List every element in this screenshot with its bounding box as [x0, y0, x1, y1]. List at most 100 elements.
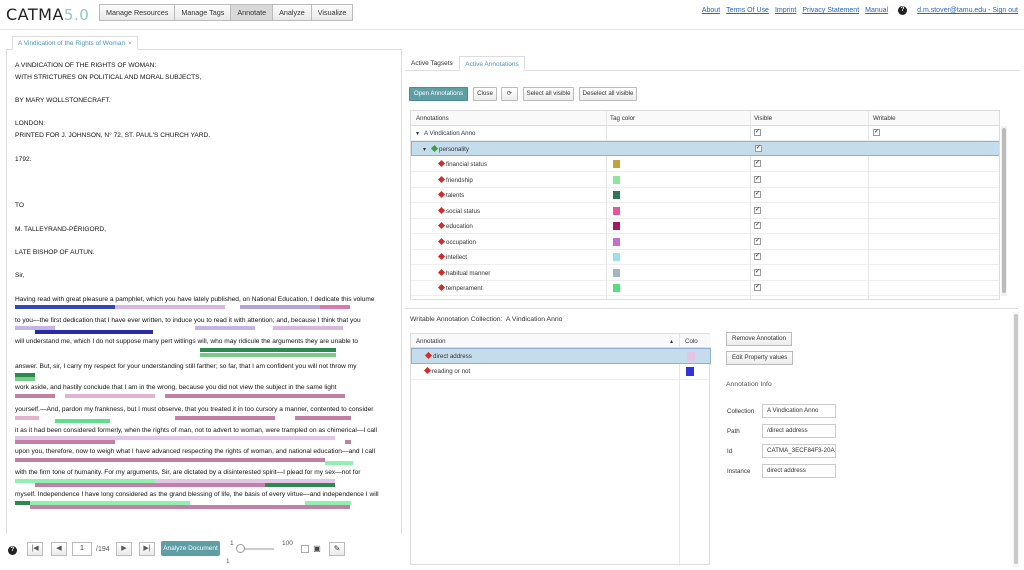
- annotation-bar[interactable]: [273, 326, 343, 330]
- annotation-bar[interactable]: [15, 305, 115, 309]
- visible-checkbox[interactable]: ✓: [754, 222, 761, 229]
- annotation-bar[interactable]: [30, 505, 350, 509]
- text-line[interactable]: answer. But, sir, I carry my respect for…: [15, 363, 357, 370]
- field-value-id[interactable]: CATMA_3ECF84F3-20A: [762, 444, 836, 458]
- field-value-collection[interactable]: A Vindication Anno: [762, 404, 836, 418]
- annotation-bar[interactable]: [15, 436, 335, 440]
- prev-page-button[interactable]: ◀: [51, 542, 67, 556]
- col-color[interactable]: Colo: [685, 338, 698, 345]
- annotation-bar[interactable]: [305, 501, 351, 505]
- last-page-button[interactable]: ▶|: [139, 542, 155, 556]
- visible-checkbox[interactable]: ✓: [754, 268, 761, 276]
- tab-active-annotations[interactable]: Active Annotations: [459, 56, 525, 71]
- collapse-icon[interactable]: ▾: [416, 130, 419, 137]
- catma-logo[interactable]: CATMA5.0: [6, 5, 89, 24]
- text-line[interactable]: will understand me, which I do not suppo…: [15, 338, 358, 345]
- highlight-icon[interactable]: ▣: [312, 544, 322, 554]
- collection-row[interactable]: ▾ A Vindication Anno ✓ ✓: [411, 126, 999, 142]
- scrollbar-thumb[interactable]: [1014, 314, 1018, 564]
- user-signout-link[interactable]: d.m.stover@tamu.edu - Sign out: [917, 7, 1018, 14]
- writable-checkbox[interactable]: ✓: [873, 129, 880, 136]
- deselect-all-visible-button[interactable]: Deselect all visible: [579, 87, 637, 101]
- right-pane-scrollbar[interactable]: [1013, 312, 1019, 567]
- nav-annotate[interactable]: Annotate: [230, 4, 274, 21]
- remove-annotation-button[interactable]: Remove Annotation: [726, 332, 793, 346]
- annotation-bar[interactable]: [15, 440, 115, 444]
- text-line[interactable]: upon you, therefore, now to weigh what I…: [15, 448, 375, 455]
- tag-row[interactable]: friendship ✓: [411, 173, 999, 188]
- help-icon[interactable]: ?: [8, 546, 17, 555]
- first-page-button[interactable]: |◀: [27, 542, 43, 556]
- tree-table-scrollbar[interactable]: [1001, 126, 1007, 296]
- annotation-bar[interactable]: [115, 305, 225, 309]
- select-all-visible-button[interactable]: Select all visible: [523, 87, 574, 101]
- col-visible[interactable]: Visible: [754, 115, 772, 122]
- text-line[interactable]: TO: [15, 202, 24, 209]
- tag-row[interactable]: habitual manner ✓: [411, 266, 999, 281]
- annotation-bar[interactable]: [195, 326, 255, 330]
- tag-group-row[interactable]: ▾ personality ✓: [411, 141, 999, 157]
- text-line[interactable]: yourself.—And, pardon my frankness, but …: [15, 406, 373, 413]
- tab-active-tagsets[interactable]: Active Tagsets: [411, 56, 453, 71]
- text-line[interactable]: Having read with great pleasure a pamphl…: [15, 296, 375, 303]
- annotation-bar[interactable]: [175, 416, 275, 420]
- text-line[interactable]: 1792.: [15, 156, 32, 163]
- annotation-bar[interactable]: [200, 353, 336, 357]
- text-line[interactable]: Sir,: [15, 272, 25, 279]
- imprint-link[interactable]: Imprint: [775, 7, 796, 14]
- annotation-bar[interactable]: [15, 394, 55, 398]
- collapse-icon[interactable]: ▾: [423, 146, 426, 153]
- tag-row[interactable]: temperament ✓: [411, 281, 999, 297]
- tab-document[interactable]: A Vindication of the Rights of Woman ×: [12, 36, 138, 50]
- annotation-bar[interactable]: [15, 501, 30, 505]
- annotation-bar[interactable]: [15, 416, 39, 420]
- nav-manage-resources[interactable]: Manage Resources: [99, 4, 176, 21]
- terms-link[interactable]: Terms Of Use: [726, 7, 769, 14]
- annotation-bar[interactable]: [55, 419, 110, 423]
- col-writable[interactable]: Writable: [873, 115, 896, 122]
- visible-checkbox[interactable]: ✓: [754, 129, 761, 136]
- visible-checkbox[interactable]: ✓: [754, 206, 761, 214]
- visible-checkbox[interactable]: ✓: [755, 145, 762, 152]
- open-annotations-button[interactable]: Open Annotations: [409, 87, 468, 101]
- visible-checkbox[interactable]: ✓: [754, 191, 761, 198]
- text-line[interactable]: PRINTED FOR J. JOHNSON, N° 72, ST. PAUL'…: [15, 132, 210, 139]
- refresh-icon[interactable]: ⟳: [501, 87, 518, 101]
- text-line[interactable]: work aside, and hastily conclude that I …: [15, 384, 336, 391]
- annotation-row[interactable]: reading or not: [411, 364, 711, 380]
- manual-link[interactable]: Manual: [865, 7, 888, 14]
- tag-row[interactable]: intellect ✓: [411, 250, 999, 266]
- annotation-bar[interactable]: [35, 330, 153, 334]
- next-page-button[interactable]: ▶: [116, 542, 132, 556]
- annotation-bar[interactable]: [15, 373, 35, 377]
- sort-icon[interactable]: ▴: [670, 338, 673, 345]
- tag-row[interactable]: talents ✓: [411, 188, 999, 204]
- annotation-bar[interactable]: [240, 305, 320, 309]
- help-icon[interactable]: ?: [898, 6, 908, 15]
- privacy-link[interactable]: Privacy Statement: [802, 7, 859, 14]
- text-line[interactable]: with the firm tone of humanity. For my a…: [15, 469, 360, 476]
- text-line[interactable]: WITH STRICTURES ON POLITICAL AND MORAL S…: [15, 74, 201, 81]
- close-button[interactable]: Close: [473, 87, 497, 101]
- annotation-bar[interactable]: [155, 479, 335, 483]
- scrollbar-thumb[interactable]: [1002, 128, 1006, 293]
- annotation-row[interactable]: direct address: [411, 348, 711, 364]
- edit-property-values-button[interactable]: Edit Property values: [726, 351, 794, 365]
- text-line[interactable]: LONDON:: [15, 120, 45, 127]
- tag-row[interactable]: financial status ✓: [411, 157, 999, 173]
- annotation-bar[interactable]: [165, 394, 345, 398]
- visible-checkbox[interactable]: ✓: [754, 175, 761, 183]
- nav-visualize[interactable]: Visualize: [310, 4, 354, 21]
- visible-checkbox[interactable]: ✓: [754, 160, 761, 167]
- annotation-bar[interactable]: [15, 377, 35, 381]
- annotation-bar[interactable]: [265, 483, 335, 487]
- text-line[interactable]: BY MARY WOLLSTONECRAFT.: [15, 97, 111, 104]
- text-line[interactable]: A VINDICATION OF THE RIGHTS OF WOMAN:: [15, 62, 156, 69]
- tag-row[interactable]: education ✓: [411, 219, 999, 235]
- col-tag-color[interactable]: Tag color: [610, 115, 635, 122]
- text-line[interactable]: to you—the first dedication that I have …: [15, 317, 361, 324]
- text-line[interactable]: it as it had been considered formerly, w…: [15, 427, 377, 434]
- text-line[interactable]: LATE BISHOP OF AUTUN.: [15, 249, 95, 256]
- toggle-checkbox[interactable]: [301, 545, 309, 553]
- col-annotation[interactable]: Annotation: [416, 338, 446, 345]
